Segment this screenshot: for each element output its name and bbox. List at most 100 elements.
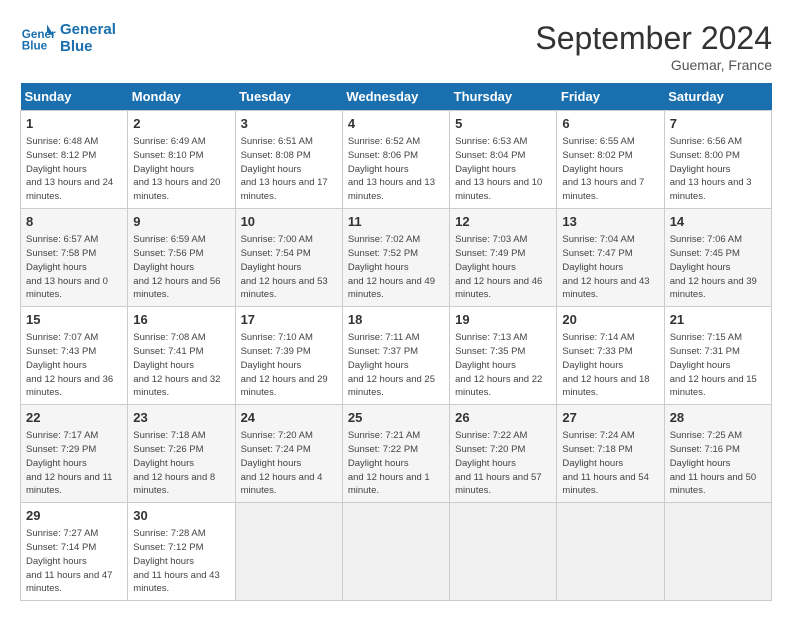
- day-info: Sunrise: 6:57 AM Sunset: 7:58 PM Dayligh…: [26, 233, 122, 302]
- week-row-4: 22 Sunrise: 7:17 AM Sunset: 7:29 PM Dayl…: [21, 405, 772, 503]
- calendar-cell: 2 Sunrise: 6:49 AM Sunset: 8:10 PM Dayli…: [128, 111, 235, 209]
- day-info: Sunrise: 7:04 AM Sunset: 7:47 PM Dayligh…: [562, 233, 658, 302]
- logo: General Blue General Blue: [20, 20, 116, 56]
- day-info: Sunrise: 6:49 AM Sunset: 8:10 PM Dayligh…: [133, 135, 229, 204]
- calendar-cell: 21 Sunrise: 7:15 AM Sunset: 7:31 PM Dayl…: [664, 307, 771, 405]
- calendar-cell: 4 Sunrise: 6:52 AM Sunset: 8:06 PM Dayli…: [342, 111, 449, 209]
- calendar-cell: 11 Sunrise: 7:02 AM Sunset: 7:52 PM Dayl…: [342, 209, 449, 307]
- calendar-cell: 30 Sunrise: 7:28 AM Sunset: 7:12 PM Dayl…: [128, 503, 235, 601]
- week-row-5: 29 Sunrise: 7:27 AM Sunset: 7:14 PM Dayl…: [21, 503, 772, 601]
- day-info: Sunrise: 7:18 AM Sunset: 7:26 PM Dayligh…: [133, 429, 229, 498]
- day-info: Sunrise: 7:22 AM Sunset: 7:20 PM Dayligh…: [455, 429, 551, 498]
- calendar-cell: 25 Sunrise: 7:21 AM Sunset: 7:22 PM Dayl…: [342, 405, 449, 503]
- calendar-cell: 23 Sunrise: 7:18 AM Sunset: 7:26 PM Dayl…: [128, 405, 235, 503]
- day-info: Sunrise: 7:27 AM Sunset: 7:14 PM Dayligh…: [26, 527, 122, 596]
- day-number: 20: [562, 311, 658, 329]
- day-number: 21: [670, 311, 766, 329]
- header-friday: Friday: [557, 83, 664, 111]
- day-number: 29: [26, 507, 122, 525]
- calendar-cell: 16 Sunrise: 7:08 AM Sunset: 7:41 PM Dayl…: [128, 307, 235, 405]
- week-row-2: 8 Sunrise: 6:57 AM Sunset: 7:58 PM Dayli…: [21, 209, 772, 307]
- calendar-cell: [235, 503, 342, 601]
- day-info: Sunrise: 7:28 AM Sunset: 7:12 PM Dayligh…: [133, 527, 229, 596]
- calendar-cell: 9 Sunrise: 6:59 AM Sunset: 7:56 PM Dayli…: [128, 209, 235, 307]
- calendar-cell: 12 Sunrise: 7:03 AM Sunset: 7:49 PM Dayl…: [450, 209, 557, 307]
- header-tuesday: Tuesday: [235, 83, 342, 111]
- calendar-cell: [664, 503, 771, 601]
- day-number: 8: [26, 213, 122, 231]
- month-title: September 2024: [535, 20, 772, 57]
- calendar-cell: 13 Sunrise: 7:04 AM Sunset: 7:47 PM Dayl…: [557, 209, 664, 307]
- day-number: 11: [348, 213, 444, 231]
- day-info: Sunrise: 6:52 AM Sunset: 8:06 PM Dayligh…: [348, 135, 444, 204]
- week-row-1: 1 Sunrise: 6:48 AM Sunset: 8:12 PM Dayli…: [21, 111, 772, 209]
- day-info: Sunrise: 7:03 AM Sunset: 7:49 PM Dayligh…: [455, 233, 551, 302]
- header-sunday: Sunday: [21, 83, 128, 111]
- calendar-cell: [342, 503, 449, 601]
- day-number: 12: [455, 213, 551, 231]
- day-info: Sunrise: 6:56 AM Sunset: 8:00 PM Dayligh…: [670, 135, 766, 204]
- calendar-cell: 22 Sunrise: 7:17 AM Sunset: 7:29 PM Dayl…: [21, 405, 128, 503]
- day-number: 28: [670, 409, 766, 427]
- calendar-cell: 18 Sunrise: 7:11 AM Sunset: 7:37 PM Dayl…: [342, 307, 449, 405]
- day-info: Sunrise: 7:10 AM Sunset: 7:39 PM Dayligh…: [241, 331, 337, 400]
- day-number: 18: [348, 311, 444, 329]
- calendar-cell: 20 Sunrise: 7:14 AM Sunset: 7:33 PM Dayl…: [557, 307, 664, 405]
- day-info: Sunrise: 7:13 AM Sunset: 7:35 PM Dayligh…: [455, 331, 551, 400]
- calendar-cell: [557, 503, 664, 601]
- logo-icon: General Blue: [20, 20, 56, 56]
- day-info: Sunrise: 6:51 AM Sunset: 8:08 PM Dayligh…: [241, 135, 337, 204]
- day-number: 3: [241, 115, 337, 133]
- day-number: 2: [133, 115, 229, 133]
- calendar-cell: 1 Sunrise: 6:48 AM Sunset: 8:12 PM Dayli…: [21, 111, 128, 209]
- calendar-cell: 6 Sunrise: 6:55 AM Sunset: 8:02 PM Dayli…: [557, 111, 664, 209]
- calendar-cell: 15 Sunrise: 7:07 AM Sunset: 7:43 PM Dayl…: [21, 307, 128, 405]
- day-info: Sunrise: 7:08 AM Sunset: 7:41 PM Dayligh…: [133, 331, 229, 400]
- day-info: Sunrise: 7:14 AM Sunset: 7:33 PM Dayligh…: [562, 331, 658, 400]
- day-number: 4: [348, 115, 444, 133]
- day-number: 24: [241, 409, 337, 427]
- calendar-cell: 7 Sunrise: 6:56 AM Sunset: 8:00 PM Dayli…: [664, 111, 771, 209]
- calendar-cell: 27 Sunrise: 7:24 AM Sunset: 7:18 PM Dayl…: [557, 405, 664, 503]
- calendar-cell: 3 Sunrise: 6:51 AM Sunset: 8:08 PM Dayli…: [235, 111, 342, 209]
- day-info: Sunrise: 6:59 AM Sunset: 7:56 PM Dayligh…: [133, 233, 229, 302]
- day-number: 23: [133, 409, 229, 427]
- day-info: Sunrise: 7:25 AM Sunset: 7:16 PM Dayligh…: [670, 429, 766, 498]
- day-info: Sunrise: 7:02 AM Sunset: 7:52 PM Dayligh…: [348, 233, 444, 302]
- day-number: 10: [241, 213, 337, 231]
- day-number: 16: [133, 311, 229, 329]
- day-number: 13: [562, 213, 658, 231]
- calendar-table: SundayMondayTuesdayWednesdayThursdayFrid…: [20, 83, 772, 601]
- header-monday: Monday: [128, 83, 235, 111]
- day-info: Sunrise: 7:11 AM Sunset: 7:37 PM Dayligh…: [348, 331, 444, 400]
- calendar-cell: 8 Sunrise: 6:57 AM Sunset: 7:58 PM Dayli…: [21, 209, 128, 307]
- logo-line1: General: [60, 21, 116, 38]
- day-number: 19: [455, 311, 551, 329]
- calendar-cell: [450, 503, 557, 601]
- day-info: Sunrise: 7:07 AM Sunset: 7:43 PM Dayligh…: [26, 331, 122, 400]
- day-number: 6: [562, 115, 658, 133]
- calendar-cell: 17 Sunrise: 7:10 AM Sunset: 7:39 PM Dayl…: [235, 307, 342, 405]
- day-number: 7: [670, 115, 766, 133]
- calendar-cell: 5 Sunrise: 6:53 AM Sunset: 8:04 PM Dayli…: [450, 111, 557, 209]
- calendar-cell: 24 Sunrise: 7:20 AM Sunset: 7:24 PM Dayl…: [235, 405, 342, 503]
- day-number: 25: [348, 409, 444, 427]
- logo-line2: Blue: [60, 38, 116, 55]
- week-row-3: 15 Sunrise: 7:07 AM Sunset: 7:43 PM Dayl…: [21, 307, 772, 405]
- header-thursday: Thursday: [450, 83, 557, 111]
- calendar-cell: 26 Sunrise: 7:22 AM Sunset: 7:20 PM Dayl…: [450, 405, 557, 503]
- day-info: Sunrise: 6:53 AM Sunset: 8:04 PM Dayligh…: [455, 135, 551, 204]
- day-info: Sunrise: 7:06 AM Sunset: 7:45 PM Dayligh…: [670, 233, 766, 302]
- day-info: Sunrise: 7:21 AM Sunset: 7:22 PM Dayligh…: [348, 429, 444, 498]
- day-info: Sunrise: 7:24 AM Sunset: 7:18 PM Dayligh…: [562, 429, 658, 498]
- header-wednesday: Wednesday: [342, 83, 449, 111]
- calendar-header-row: SundayMondayTuesdayWednesdayThursdayFrid…: [21, 83, 772, 111]
- day-number: 26: [455, 409, 551, 427]
- header-saturday: Saturday: [664, 83, 771, 111]
- day-number: 1: [26, 115, 122, 133]
- day-number: 17: [241, 311, 337, 329]
- svg-text:Blue: Blue: [22, 40, 48, 53]
- day-info: Sunrise: 7:20 AM Sunset: 7:24 PM Dayligh…: [241, 429, 337, 498]
- day-number: 14: [670, 213, 766, 231]
- day-info: Sunrise: 6:55 AM Sunset: 8:02 PM Dayligh…: [562, 135, 658, 204]
